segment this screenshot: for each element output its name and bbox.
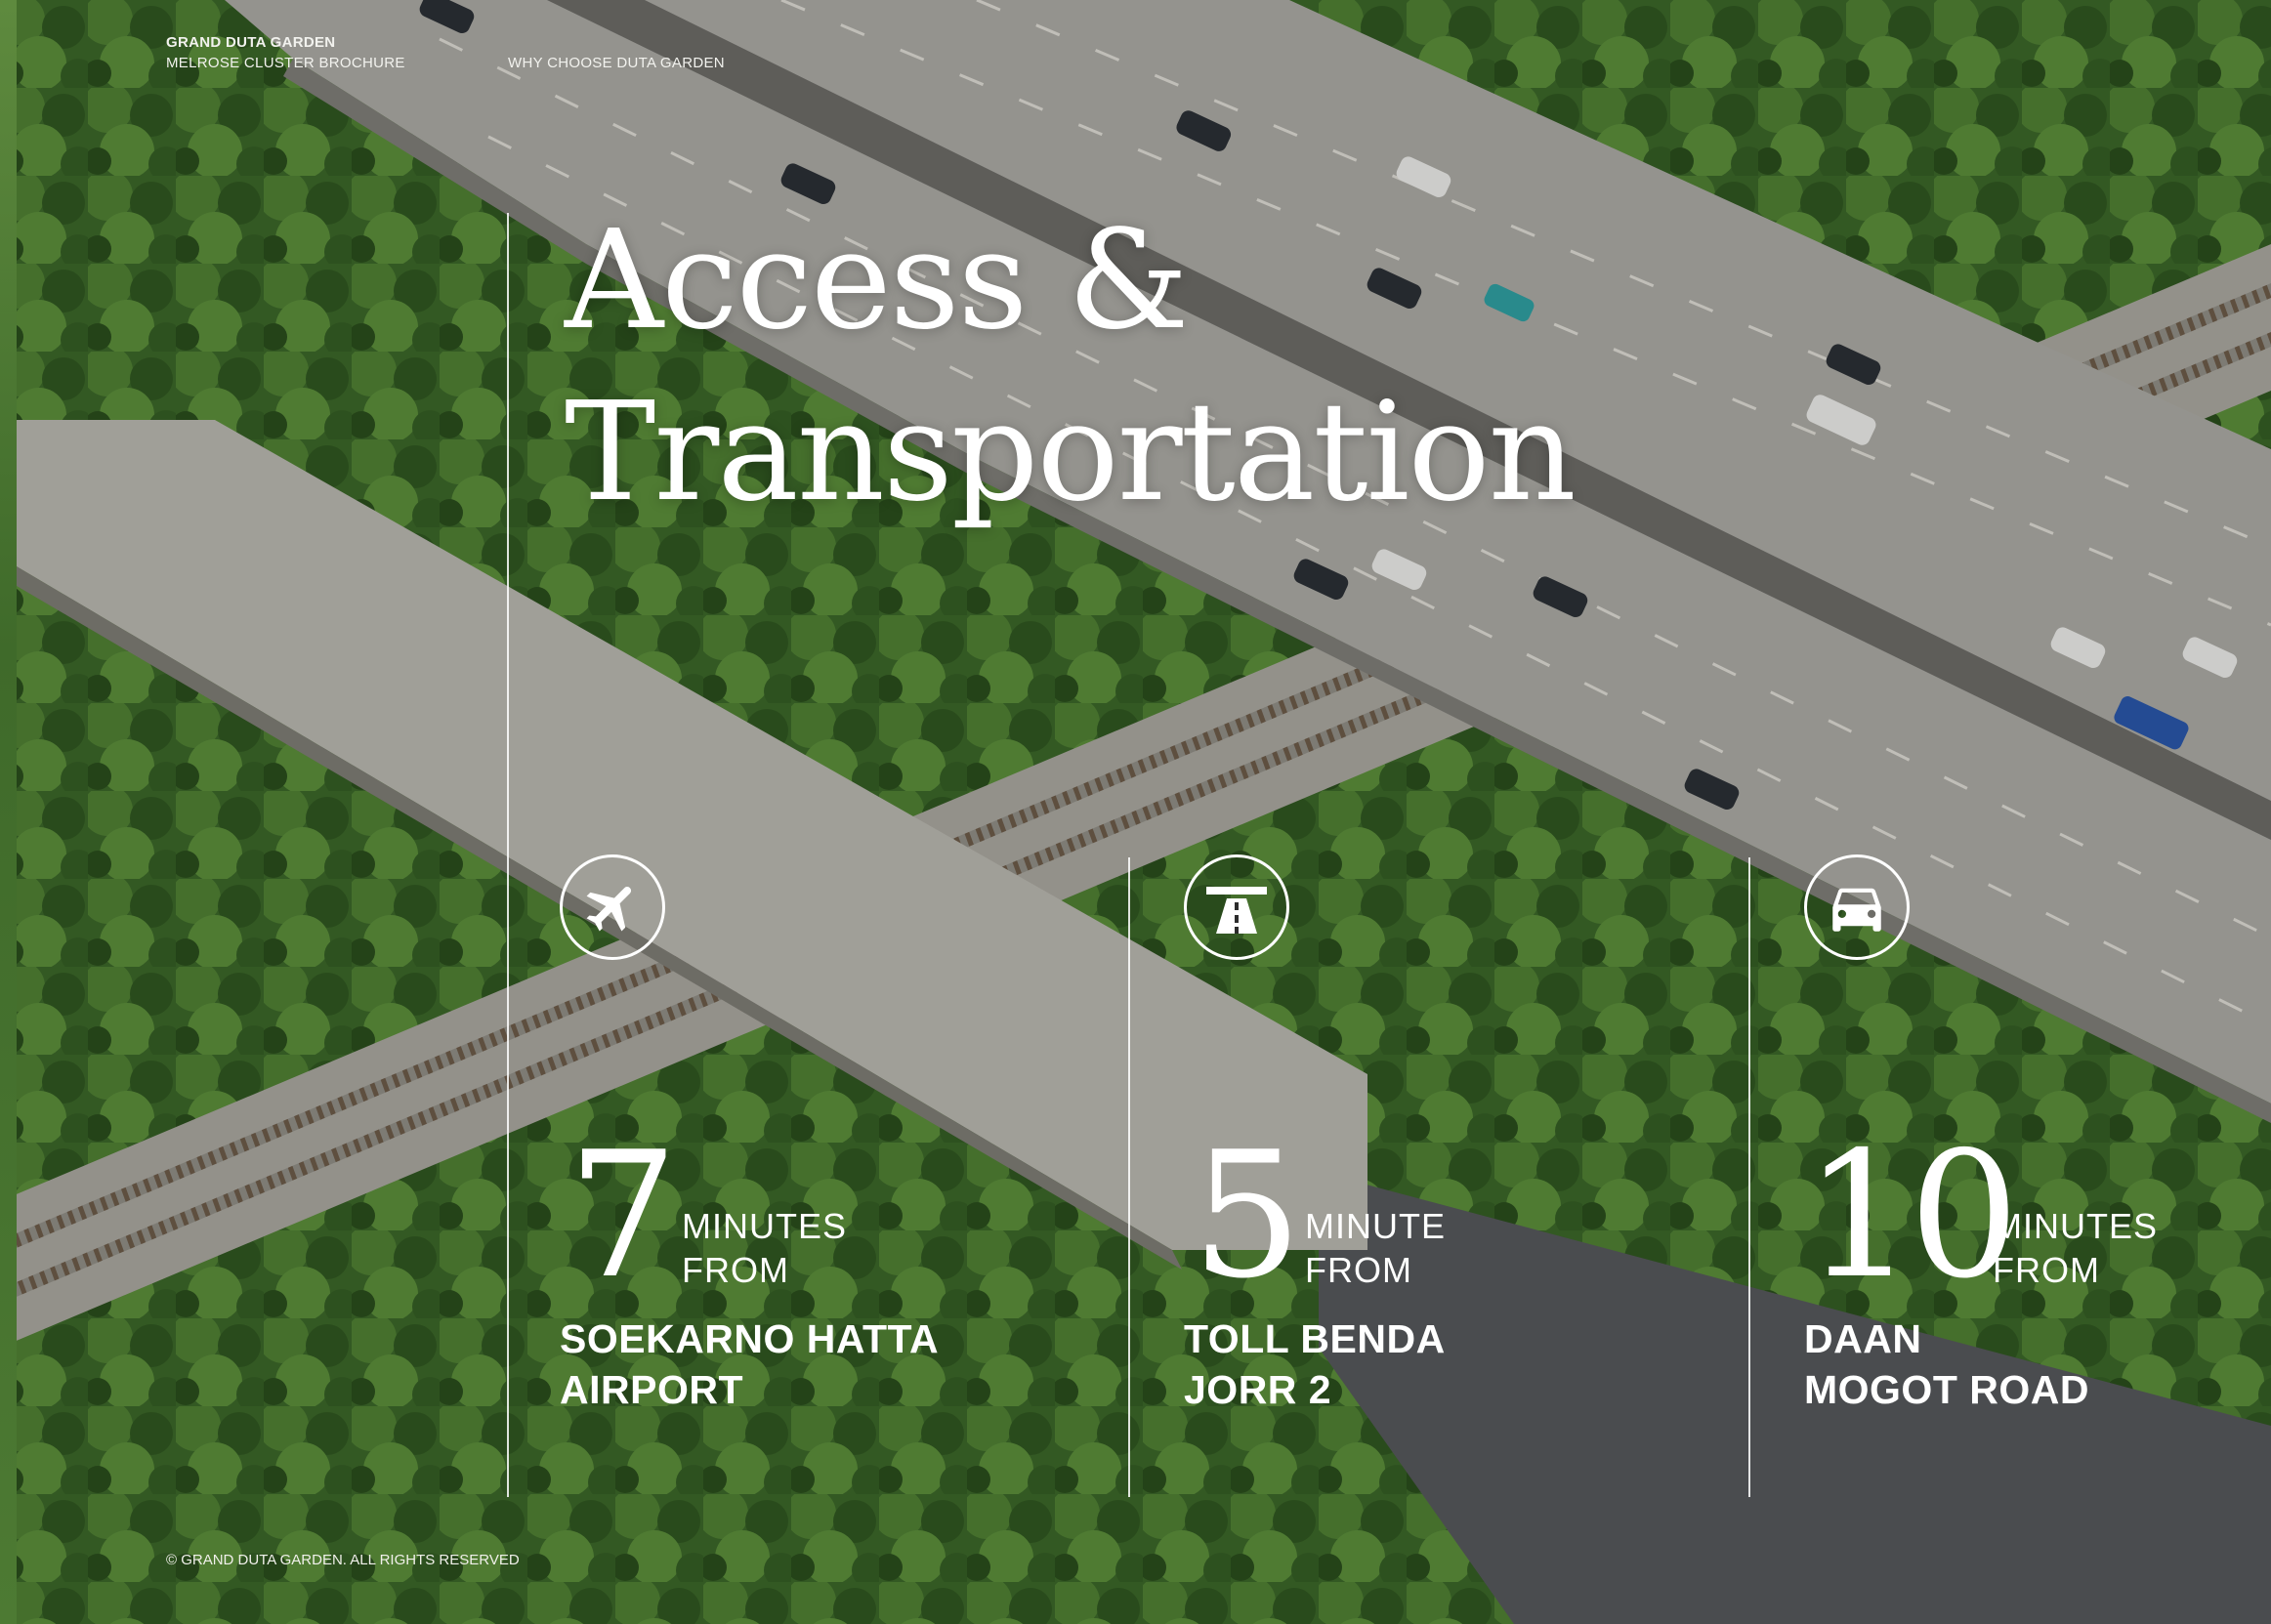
brochure-page: GRAND DUTA GARDEN MELROSE CLUSTER BROCHU… — [0, 0, 2271, 1624]
title-line-2: Transportation — [565, 373, 1577, 532]
page-title: Access & Transportation — [565, 195, 1577, 539]
stat-place-line-2: AIRPORT — [560, 1367, 743, 1412]
divider-line-2 — [1128, 857, 1130, 1497]
stat-number: 10 — [1804, 1114, 2019, 1316]
stat-unit-line-1: MINUTES — [682, 1206, 847, 1246]
stat-place-line-1: TOLL BENDA — [1184, 1316, 1446, 1361]
divider-line-main — [507, 213, 509, 1497]
stat-unit-line-1: MINUTES — [1993, 1206, 2158, 1246]
copyright-footer: © GRAND DUTA GARDEN. ALL RIGHTS RESERVED — [166, 1552, 520, 1568]
airplane-icon — [560, 854, 665, 960]
stat-place-line-1: SOEKARNO HATTA — [560, 1316, 940, 1361]
title-line-1: Access & — [565, 201, 1190, 360]
stat-road: 10 MINUTES FROM DAAN MOGOT ROAD — [1804, 854, 2253, 1440]
brochure-subtitle: MELROSE CLUSTER BROCHURE — [166, 55, 405, 71]
stat-number: 7 — [568, 1114, 678, 1316]
stat-unit-line-2: FROM — [1305, 1250, 1412, 1290]
stat-number: 5 — [1192, 1114, 1302, 1316]
stat-toll: 5 MINUTE FROM TOLL BENDA JORR 2 — [1184, 854, 1731, 1440]
stat-place-line-1: DAAN — [1804, 1316, 1922, 1361]
stat-unit-line-2: FROM — [1993, 1250, 2100, 1290]
stat-place-line-2: JORR 2 — [1184, 1367, 1332, 1412]
stat-airport: 7 MINUTES FROM SOEKARNO HATTA AIRPORT — [560, 854, 1107, 1440]
car-icon — [1804, 854, 1910, 960]
divider-line-3 — [1748, 857, 1750, 1497]
left-edge-strip — [0, 0, 17, 1624]
brand-name: GRAND DUTA GARDEN — [166, 34, 336, 51]
highway-icon — [1184, 854, 1289, 960]
stat-unit-line-2: FROM — [682, 1250, 789, 1290]
stat-unit-line-1: MINUTE — [1305, 1206, 1446, 1246]
section-label: WHY CHOOSE DUTA GARDEN — [508, 55, 725, 71]
stat-place-line-2: MOGOT ROAD — [1804, 1367, 2089, 1412]
